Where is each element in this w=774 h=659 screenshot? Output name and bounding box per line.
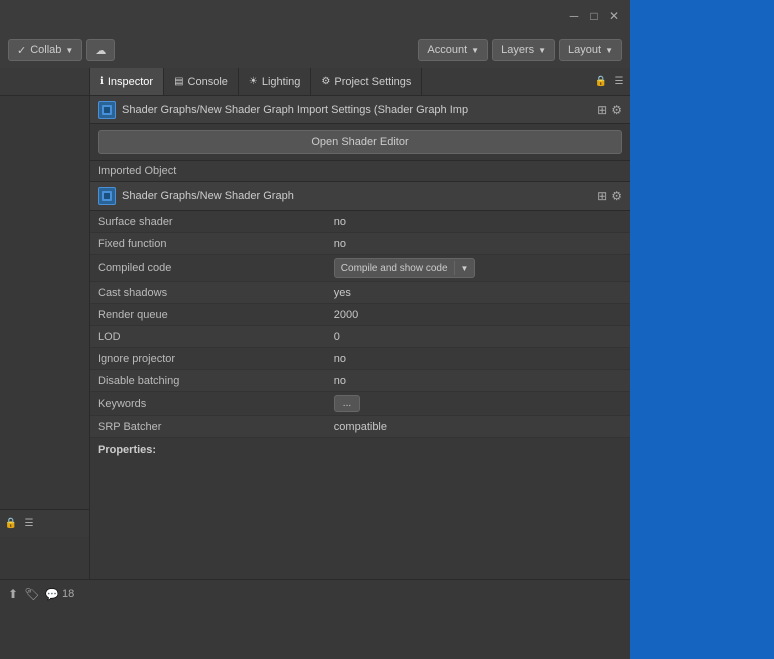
table-row: Render queue 2000 (90, 304, 630, 326)
account-label: Account (427, 44, 467, 56)
title-bar: ─ □ ✕ (0, 0, 630, 32)
bottom-upload-icon[interactable]: ⬆ (8, 587, 18, 601)
open-btn-row: Open Shader Editor (90, 124, 630, 161)
left-sidebar (0, 96, 90, 659)
open-shader-editor-button[interactable]: Open Shader Editor (98, 130, 622, 154)
bottom-menu-icon[interactable]: ☰ (22, 517, 36, 531)
dropdown-arrow-icon: ▼ (461, 264, 469, 273)
bottom-tag-icon[interactable]: 🏷 (24, 587, 39, 601)
lighting-icon: ☀ (249, 76, 258, 87)
tab-console[interactable]: ▤ Console (164, 68, 239, 95)
account-caret-icon: ▼ (471, 46, 479, 55)
console-icon: ▤ (174, 76, 183, 87)
object-copy-icon[interactable]: ⊞ (597, 189, 607, 203)
compiled-code-dropdown[interactable]: Compile and show code ▼ (334, 258, 476, 278)
import-settings-title: Shader Graphs/New Shader Graph Import Se… (122, 104, 591, 116)
tab-project-settings[interactable]: ⚙ Project Settings (311, 68, 422, 95)
tab-lighting[interactable]: ☀ Lighting (239, 68, 312, 95)
table-row: Compiled code Compile and show code ▼ (90, 255, 630, 282)
table-row: LOD 0 (90, 326, 630, 348)
table-row: SRP Batcher compatible (90, 416, 630, 438)
left-panel-icons-bottom: 🔒 ☰ (0, 509, 90, 537)
tab-bar: ℹ Inspector ▤ Console ☀ Lighting ⚙ Proje… (0, 68, 630, 96)
cloud-icon: ☁ (95, 44, 106, 57)
collab-caret-icon: ▼ (65, 46, 73, 55)
message-count-value: 18 (62, 588, 74, 600)
settings-gear-icon[interactable]: ⚙ (611, 103, 622, 117)
panel-lock-icon[interactable]: 🔒 (594, 75, 608, 89)
layout-button[interactable]: Layout ▼ (559, 39, 622, 61)
object-gear-icon[interactable]: ⚙ (611, 189, 622, 203)
layout-label: Layout (568, 44, 601, 56)
cloud-button[interactable]: ☁ (86, 39, 115, 61)
properties-table: Surface shader no Fixed function no Comp… (90, 211, 630, 438)
imported-object-row: Shader Graphs/New Shader Graph ⊞ ⚙ (90, 182, 630, 211)
inspector-icon: ℹ (100, 76, 104, 87)
table-row: Fixed function no (90, 233, 630, 255)
close-button[interactable]: ✕ (606, 8, 622, 24)
tab-inspector[interactable]: ℹ Inspector (90, 68, 164, 95)
table-row: Keywords ... (90, 392, 630, 416)
imported-object-section-header: Imported Object (90, 161, 630, 182)
keywords-button[interactable]: ... (334, 395, 360, 412)
copy-icon[interactable]: ⊞ (597, 103, 607, 117)
table-row: Surface shader no (90, 211, 630, 233)
layers-caret-icon: ▼ (538, 46, 546, 55)
compiled-code-label: Compile and show code (341, 263, 448, 274)
shader-graph-icon (98, 101, 116, 119)
collab-checkmark-icon: ✓ (17, 44, 26, 57)
account-button[interactable]: Account ▼ (418, 39, 488, 61)
imported-object-name: Shader Graphs/New Shader Graph (122, 190, 591, 202)
content-area: Shader Graphs/New Shader Graph Import Se… (90, 96, 630, 659)
panel-menu-icon[interactable]: ☰ (612, 75, 626, 89)
table-row: Ignore projector no (90, 348, 630, 370)
collab-button[interactable]: ✓ Collab ▼ (8, 39, 82, 61)
minimize-button[interactable]: ─ (566, 8, 582, 24)
imported-shader-icon (98, 187, 116, 205)
bottom-lock-icon[interactable]: 🔒 (4, 517, 18, 531)
bottom-bar-inner: ⬆ 🏷 💬 18 (0, 580, 630, 608)
speech-bubble-icon: 💬 (45, 588, 59, 601)
bottom-status-bar: ⬆ 🏷 💬 18 (0, 579, 630, 659)
table-row: Disable batching no (90, 370, 630, 392)
bottom-message-count: 💬 18 (45, 588, 74, 601)
lighting-tab-label: Lighting (262, 76, 301, 88)
maximize-button[interactable]: □ (586, 8, 602, 24)
properties-footer-label: Properties: (90, 438, 630, 462)
layers-label: Layers (501, 44, 534, 56)
right-panel (630, 0, 774, 659)
import-header: Shader Graphs/New Shader Graph Import Se… (90, 96, 630, 124)
table-row: Cast shadows yes (90, 282, 630, 304)
project-settings-tab-label: Project Settings (334, 76, 411, 88)
collab-label: Collab (30, 44, 61, 56)
layout-caret-icon: ▼ (605, 46, 613, 55)
inspector-tab-label: Inspector (108, 76, 153, 88)
dropdown-separator (454, 261, 455, 275)
toolbar: ✓ Collab ▼ ☁ Account ▼ Layers ▼ Layout ▼ (0, 32, 630, 68)
console-tab-label: Console (188, 76, 228, 88)
settings-icon: ⚙ (321, 76, 330, 87)
layers-button[interactable]: Layers ▼ (492, 39, 555, 61)
